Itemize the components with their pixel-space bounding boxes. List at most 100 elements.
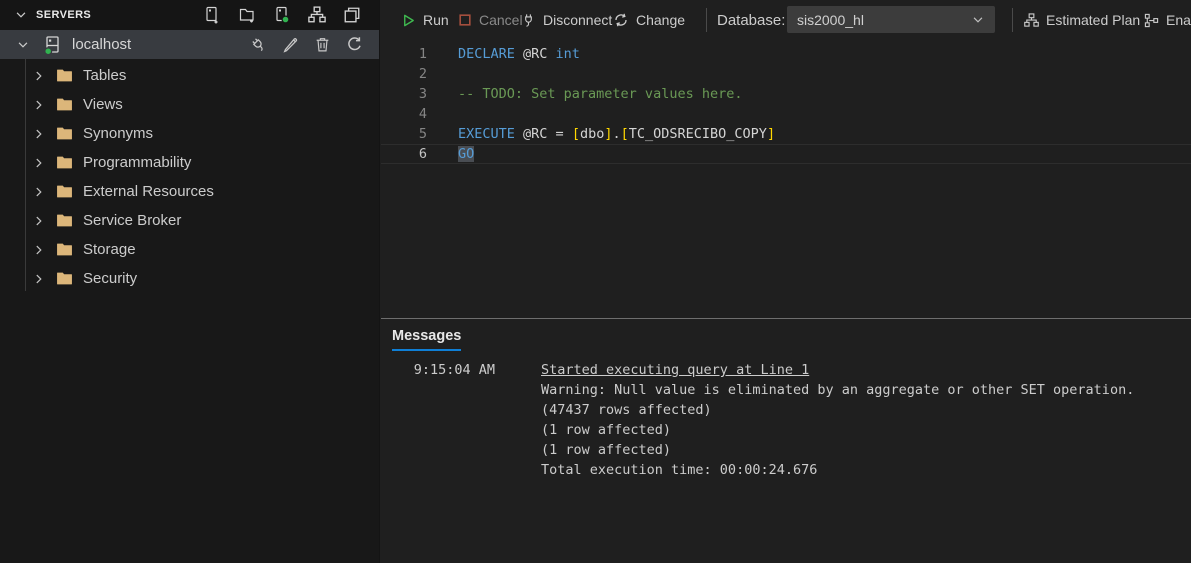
chevron-down-icon [14, 8, 28, 22]
code-line-5[interactable]: 5 EXECUTE @RC = [dbo].[TC_ODSRECIBO_COPY… [381, 124, 1191, 144]
folder-icon [56, 183, 73, 200]
toolbar-separator [1012, 8, 1013, 32]
disconnect-plug-icon[interactable] [250, 36, 267, 53]
refresh-icon[interactable] [346, 36, 363, 53]
run-label: Run [423, 12, 449, 28]
message-timestamp [381, 400, 495, 420]
disconnect-label: Disconnect [543, 12, 612, 28]
toolbar-separator [706, 8, 707, 32]
tree-item-label: Views [83, 96, 123, 113]
cancel-button: Cancel [458, 0, 523, 40]
message-text: (47437 rows affected) [541, 400, 712, 420]
code-line-1[interactable]: 1 DECLARE @RC int [381, 44, 1191, 64]
servers-panel-title: SERVERS [36, 9, 203, 21]
chevron-right-icon [32, 98, 46, 112]
code-line-4[interactable]: 4 [381, 104, 1191, 124]
new-connection-icon[interactable] [203, 6, 221, 24]
tree-item-label: Programmability [83, 154, 191, 171]
code-line-3[interactable]: 3 -- TODO: Set parameter values here. [381, 84, 1191, 104]
tab-messages[interactable]: Messages [392, 328, 461, 351]
cancel-icon [458, 13, 472, 27]
folder-icon [56, 154, 73, 171]
tree-item-service-broker[interactable]: Service Broker [0, 206, 379, 235]
server-item-localhost[interactable]: localhost [0, 30, 379, 59]
tree-item-label: Security [83, 270, 137, 287]
enable-sqlcmd-button[interactable]: Enabl [1144, 0, 1191, 40]
collapse-all-icon[interactable] [343, 6, 361, 24]
chevron-right-icon [32, 69, 46, 83]
folder-icon [56, 67, 73, 84]
enable-sqlcmd-icon [1144, 13, 1159, 28]
highlighted-word: GO [458, 146, 474, 162]
estimated-plan-button[interactable]: Estimated Plan [1024, 0, 1140, 40]
chevron-right-icon [32, 156, 46, 170]
folder-icon [56, 125, 73, 142]
disconnect-button[interactable]: Disconnect [521, 0, 612, 40]
chevron-right-icon [32, 127, 46, 141]
message-row: Total execution time: 00:00:24.676 [381, 460, 1191, 480]
code-line-2[interactable]: 2 [381, 64, 1191, 84]
message-timestamp [381, 460, 495, 480]
folder-icon [56, 212, 73, 229]
tree-item-label: Storage [83, 241, 136, 258]
message-row: (1 row affected) [381, 440, 1191, 460]
tree-item-tables[interactable]: Tables [0, 61, 379, 90]
cancel-label: Cancel [479, 12, 523, 28]
query-toolbar: Run Cancel Disconnect Change [381, 0, 1191, 40]
tree-item-storage[interactable]: Storage [0, 235, 379, 264]
database-dropdown-value: sis2000_hl [797, 12, 971, 28]
server-row-actions [250, 36, 379, 53]
message-timestamp [381, 420, 495, 440]
tree-item-label: Tables [83, 67, 126, 84]
active-connections-icon[interactable] [273, 6, 291, 24]
messages-content: 9:15:04 AM Started executing query at Li… [381, 360, 1191, 480]
line-number: 3 [381, 84, 427, 104]
database-dropdown[interactable]: sis2000_hl [787, 6, 995, 33]
message-row: Warning: Null value is eliminated by an … [381, 380, 1191, 400]
message-text: Total execution time: 00:00:24.676 [541, 460, 817, 480]
message-timestamp: 9:15:04 AM [381, 360, 495, 380]
new-server-group-icon[interactable] [238, 6, 256, 24]
server-icon [42, 35, 62, 55]
messages-panel: Messages 9:15:04 AM Started executing qu… [381, 318, 1191, 563]
edit-pencil-icon[interactable] [282, 36, 299, 53]
servers-panel-header[interactable]: SERVERS [0, 0, 379, 30]
servers-panel-actions [203, 6, 369, 24]
delete-trash-icon[interactable] [314, 36, 331, 53]
query-editor-pane: Run Cancel Disconnect Change [381, 0, 1191, 563]
message-text: (1 row affected) [541, 440, 671, 460]
change-sync-icon [613, 12, 629, 28]
chevron-right-icon [32, 272, 46, 286]
chevron-down-icon [16, 38, 30, 52]
change-connection-button[interactable]: Change [613, 0, 685, 40]
enable-sqlcmd-label: Enabl [1166, 12, 1191, 28]
tree-item-security[interactable]: Security [0, 264, 379, 293]
message-link[interactable]: Started executing query at Line 1 [541, 360, 809, 380]
tree-item-programmability[interactable]: Programmability [0, 148, 379, 177]
message-timestamp [381, 380, 495, 400]
message-row: (47437 rows affected) [381, 400, 1191, 420]
message-text: Warning: Null value is eliminated by an … [541, 380, 1134, 400]
message-row: 9:15:04 AM Started executing query at Li… [381, 360, 1191, 380]
object-explorer-tree: Tables Views Synonyms Programmability Ex… [0, 59, 379, 293]
tree-item-external-resources[interactable]: External Resources [0, 177, 379, 206]
line-number: 5 [381, 124, 427, 144]
run-button[interactable]: Run [401, 0, 449, 40]
tree-item-views[interactable]: Views [0, 90, 379, 119]
chevron-right-icon [32, 214, 46, 228]
disconnect-plug-icon [521, 13, 536, 28]
code-line-6-active[interactable]: 6 GO [381, 144, 1191, 164]
sql-editor[interactable]: 1 DECLARE @RC int 2 3 -- TODO: Set param… [381, 40, 1191, 317]
tree-item-label: External Resources [83, 183, 214, 200]
line-number: 1 [381, 44, 427, 64]
database-label: Database: [717, 0, 785, 40]
servers-sidebar: SERVERS [0, 0, 380, 563]
message-timestamp [381, 440, 495, 460]
tree-item-label: Service Broker [83, 212, 181, 229]
tree-item-synonyms[interactable]: Synonyms [0, 119, 379, 148]
server-name: localhost [72, 36, 250, 53]
folder-icon [56, 96, 73, 113]
hierarchy-icon[interactable] [308, 6, 326, 24]
run-icon [401, 13, 416, 28]
line-number: 2 [381, 64, 427, 84]
